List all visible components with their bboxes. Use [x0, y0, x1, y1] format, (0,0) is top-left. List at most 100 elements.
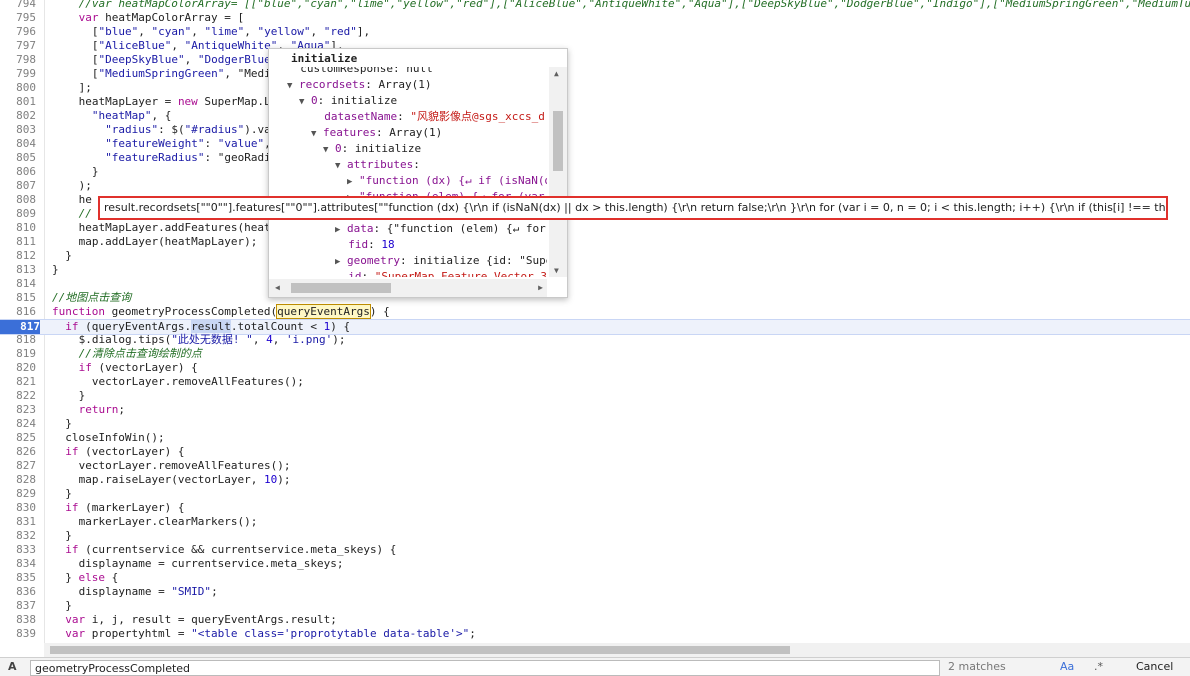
code-line[interactable]: 820 if (vectorLayer) {	[0, 361, 1190, 375]
code-line[interactable]: 828 map.raiseLayer(vectorLayer, 10);	[0, 473, 1190, 487]
code-line[interactable]: 829}	[0, 487, 1190, 501]
line-number[interactable]: 825	[0, 431, 36, 445]
code-line[interactable]: 796 ["blue", "cyan", "lime", "yellow", "r…	[0, 25, 1190, 39]
code-line[interactable]: 818 $.dialog.tips("此处无数据! ", 4, 'i.png');	[0, 333, 1190, 347]
search-input[interactable]	[30, 660, 940, 676]
code-line[interactable]: 835} else {	[0, 571, 1190, 585]
line-number[interactable]: 811	[0, 235, 36, 249]
code-line[interactable]: 832}	[0, 529, 1190, 543]
code-line[interactable]: 810 heatMapLayer.addFeatures(heat	[0, 221, 1190, 235]
match-case-button[interactable]: Aa	[1060, 660, 1074, 673]
code-line[interactable]: 825 closeInfoWin();	[0, 431, 1190, 445]
line-number[interactable]: 830	[0, 501, 36, 515]
popover-horizontal-thumb[interactable]	[291, 283, 391, 293]
line-number[interactable]: 829	[0, 487, 36, 501]
code-line[interactable]: 823 return;	[0, 403, 1190, 417]
line-number[interactable]: 810	[0, 221, 36, 235]
line-number[interactable]: 823	[0, 403, 36, 417]
tree-node[interactable]: ▼ features: Array(1)	[311, 125, 442, 141]
line-number[interactable]: 817	[0, 320, 40, 334]
line-number[interactable]: 802	[0, 109, 36, 123]
code-line[interactable]: 833 if (currentservice && currentservice.…	[0, 543, 1190, 557]
code-line[interactable]: 827 vectorLayer.removeAllFeatures();	[0, 459, 1190, 473]
cancel-button[interactable]: Cancel	[1136, 660, 1173, 673]
code-line[interactable]: 815 //地图点击查询	[0, 291, 1190, 305]
code-line[interactable]: 824}	[0, 417, 1190, 431]
font-toggle-icon[interactable]: A	[8, 660, 17, 673]
line-number[interactable]: 804	[0, 137, 36, 151]
code-line[interactable]: 814	[0, 277, 1190, 291]
tree-node[interactable]: ▶ "function (dx) {↵ if (isNaN(d	[347, 173, 547, 189]
code-line[interactable]: 801 heatMapLayer = new SuperMap.L	[0, 95, 1190, 109]
tree-node[interactable]: ▼ attributes:	[335, 157, 427, 173]
code-line[interactable]: 812}	[0, 249, 1190, 263]
tree-node[interactable]: ▼ 0: initialize	[323, 141, 421, 157]
code-line[interactable]: 802 "heatMap", {	[0, 109, 1190, 123]
code-line[interactable]: 798 ["DeepSkyBlue", "DodgerBlue",	[0, 53, 1190, 67]
line-number[interactable]: 812	[0, 249, 36, 263]
line-number[interactable]: 813	[0, 263, 36, 277]
code-line[interactable]: 836 displayname = "SMID";	[0, 585, 1190, 599]
line-number[interactable]: 796	[0, 25, 36, 39]
popover-horizontal-scrollbar[interactable]: ◀ ▶	[269, 279, 547, 297]
tree-node[interactable]: ▼ recordsets: Array(1)	[287, 77, 432, 93]
tree-node[interactable]: ▼ 0: initialize	[299, 93, 397, 109]
line-number[interactable]: 797	[0, 39, 36, 53]
line-number[interactable]: 831	[0, 515, 36, 529]
code-line[interactable]: 830 if (markerLayer) {	[0, 501, 1190, 515]
popover-vertical-scrollbar[interactable]: ▲ ▼	[549, 67, 567, 277]
scroll-right-icon[interactable]: ▶	[538, 283, 543, 292]
line-number[interactable]: 822	[0, 389, 36, 403]
code-line[interactable]: 797 ["AliceBlue", "AntiqueWhite", "Aqua"]…	[0, 39, 1190, 53]
code-line[interactable]: 806}	[0, 165, 1190, 179]
line-number[interactable]: 818	[0, 333, 36, 347]
code-line[interactable]: 807);	[0, 179, 1190, 193]
line-number[interactable]: 799	[0, 67, 36, 81]
code-line[interactable]: 803 "radius": $("#radius").va	[0, 123, 1190, 137]
line-number[interactable]: 806	[0, 165, 36, 179]
line-number[interactable]: 798	[0, 53, 36, 67]
line-number[interactable]: 808	[0, 193, 36, 207]
source-editor[interactable]: 794 //var heatMapColorArray= [["blue","cy…	[0, 0, 1190, 643]
line-number[interactable]: 820	[0, 361, 36, 375]
line-number[interactable]: 834	[0, 557, 36, 571]
line-number[interactable]: 814	[0, 277, 36, 291]
code-line[interactable]: 805 "featureRadius": "geoRadi	[0, 151, 1190, 165]
line-number[interactable]: 794	[0, 0, 36, 11]
tree-node[interactable]: ▶ data: {"function (elem) {↵ for	[335, 221, 546, 237]
line-number[interactable]: 816	[0, 305, 36, 319]
regex-button[interactable]: .*	[1094, 660, 1103, 673]
code-line[interactable]: 819 //清除点击查询绘制的点	[0, 347, 1190, 361]
line-number[interactable]: 826	[0, 445, 36, 459]
line-number[interactable]: 838	[0, 613, 36, 627]
scroll-up-icon[interactable]: ▲	[554, 69, 559, 78]
line-number[interactable]: 827	[0, 459, 36, 473]
code-line[interactable]: 804 "featureWeight": "value",	[0, 137, 1190, 151]
line-number[interactable]: 815	[0, 291, 36, 305]
code-line[interactable]: 794 //var heatMapColorArray= [["blue","cy…	[0, 0, 1190, 11]
code-line[interactable]: 839 var propertyhtml = "<table class='pro…	[0, 627, 1190, 641]
line-number[interactable]: 836	[0, 585, 36, 599]
line-number[interactable]: 809	[0, 207, 36, 221]
code-line[interactable]: 837}	[0, 599, 1190, 613]
line-number[interactable]: 837	[0, 599, 36, 613]
object-preview-popover[interactable]: initialize customResponse: null ▼ records…	[268, 48, 568, 298]
line-number[interactable]: 824	[0, 417, 36, 431]
code-line[interactable]: 822}	[0, 389, 1190, 403]
popover-vertical-thumb[interactable]	[553, 111, 563, 171]
code-line[interactable]: 826 if (vectorLayer) {	[0, 445, 1190, 459]
line-number[interactable]: 835	[0, 571, 36, 585]
line-number[interactable]: 800	[0, 81, 36, 95]
code-line[interactable]: 799 ["MediumSpringGreen", "Medi	[0, 67, 1190, 81]
code-line[interactable]: 813}	[0, 263, 1190, 277]
code-line[interactable]: 834 displayname = currentservice.meta_ske…	[0, 557, 1190, 571]
editor-horizontal-thumb[interactable]	[50, 646, 790, 654]
code-line[interactable]: 800];	[0, 81, 1190, 95]
line-number[interactable]: 803	[0, 123, 36, 137]
scroll-down-icon[interactable]: ▼	[554, 266, 559, 275]
line-number[interactable]: 821	[0, 375, 36, 389]
editor-horizontal-scrollbar[interactable]	[44, 643, 1190, 657]
scroll-left-icon[interactable]: ◀	[275, 283, 280, 292]
code-line[interactable]: 816 function geometryProcessCompleted(que…	[0, 304, 1190, 319]
line-number[interactable]: 805	[0, 151, 36, 165]
